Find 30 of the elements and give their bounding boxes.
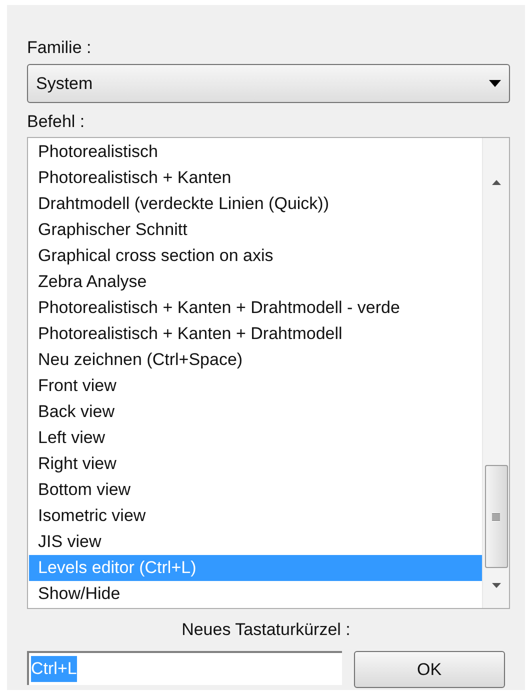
family-dropdown[interactable]: System xyxy=(27,64,510,103)
vertical-scrollbar[interactable] xyxy=(482,138,509,608)
command-item[interactable]: Drahtmodell (verdeckte Linien (Quick)) xyxy=(29,191,482,217)
command-item[interactable]: Neu zeichnen (Ctrl+Space) xyxy=(29,347,482,373)
command-item[interactable]: Show/Hide xyxy=(29,581,482,607)
command-item[interactable]: Front view xyxy=(29,373,482,399)
scroll-down-icon[interactable] xyxy=(492,583,500,588)
family-value: System xyxy=(36,74,93,94)
command-item[interactable]: Graphischer Schnitt xyxy=(29,217,482,243)
command-label: Befehl : xyxy=(27,111,86,133)
family-label: Familie : xyxy=(27,37,92,59)
ok-button[interactable]: OK xyxy=(354,651,505,688)
scroll-up-icon[interactable] xyxy=(492,180,500,185)
grip-icon xyxy=(492,512,500,520)
command-item[interactable]: JIS view xyxy=(29,529,482,555)
command-item[interactable]: Graphical cross section on axis xyxy=(29,243,482,269)
dropdown-arrow-icon xyxy=(489,80,501,87)
command-item[interactable]: Photorealistisch + Kanten + Drahtmodell xyxy=(29,321,482,347)
command-item[interactable]: Bottom view xyxy=(29,477,482,503)
shortcut-label: Neues Tastaturkürzel : xyxy=(182,619,350,641)
command-item[interactable]: Back view xyxy=(29,399,482,425)
scrollbar-thumb[interactable] xyxy=(484,465,508,568)
command-listbox[interactable] xyxy=(27,137,510,609)
command-item[interactable]: Photorealistisch xyxy=(29,139,482,165)
command-item[interactable]: Isometric view xyxy=(29,503,482,529)
command-item[interactable]: Zebra Analyse xyxy=(29,269,482,295)
command-item[interactable]: Photorealistisch + Kanten xyxy=(29,165,482,191)
command-item[interactable]: Right view xyxy=(29,451,482,477)
command-item[interactable]: Photorealistisch + Kanten + Drahtmodell - verde xyxy=(29,295,482,321)
command-item[interactable]: Left view xyxy=(29,425,482,451)
